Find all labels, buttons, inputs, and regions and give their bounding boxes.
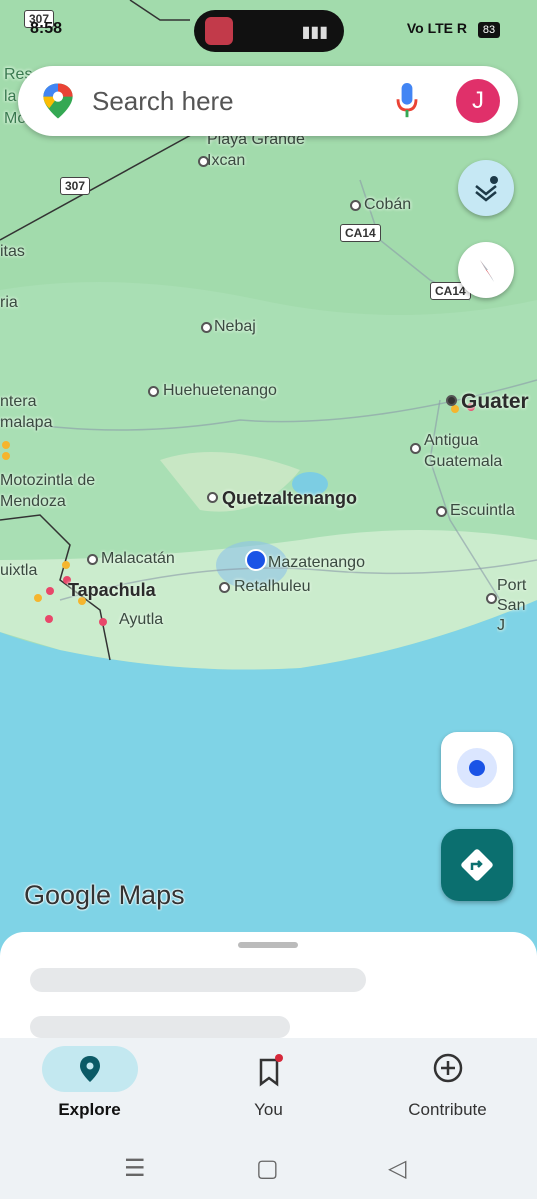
place-label[interactable]: Malacatán (101, 550, 175, 568)
tab-contribute[interactable]: Contribute (358, 1038, 537, 1138)
microphone-icon[interactable] (396, 83, 418, 119)
compass-icon (480, 260, 494, 282)
directions-icon (461, 849, 493, 881)
place-marker (219, 582, 230, 593)
place-label[interactable]: Antigua Guatemala (424, 430, 534, 472)
home-icon[interactable]: ▢ (256, 1154, 279, 1183)
loading-placeholder (30, 968, 366, 992)
place-label[interactable]: Nebaj (214, 318, 256, 336)
directions-button[interactable] (441, 829, 513, 901)
status-time: 8:58 (30, 20, 63, 37)
place-label[interactable]: ria (0, 294, 18, 312)
place-label[interactable]: Escuintla (450, 502, 515, 520)
tab-you[interactable]: You (179, 1038, 358, 1138)
search-bar[interactable]: Search here J (18, 66, 518, 136)
place-label[interactable]: Ayutla (119, 611, 163, 629)
capital-marker (446, 395, 457, 406)
place-label[interactable]: uixtla (0, 562, 37, 580)
search-input[interactable]: Search here (92, 86, 234, 117)
tab-label: Explore (58, 1100, 121, 1119)
battery-icon: 83 (478, 22, 500, 38)
highway-shield: CA14 (340, 224, 381, 242)
place-label[interactable]: Motozintla de Mendoza (0, 470, 110, 512)
tab-label: Contribute (408, 1100, 487, 1119)
system-navigation-bar: ☰ ▢ ◁ (0, 1140, 537, 1199)
place-marker (148, 386, 159, 397)
sheet-drag-handle[interactable] (238, 942, 298, 948)
add-circle-icon (400, 1046, 496, 1092)
layers-button[interactable] (458, 160, 514, 216)
audio-wave-icon: ▮▮▮ (301, 24, 328, 41)
place-label[interactable]: Mazatenango (268, 554, 365, 572)
place-label[interactable]: malapa (0, 414, 52, 432)
place-label[interactable]: Guater (461, 390, 529, 414)
tab-explore[interactable]: Explore (0, 1038, 179, 1138)
loading-placeholder (30, 1016, 290, 1038)
compass-button[interactable] (458, 242, 514, 298)
place-label[interactable]: Tapachula (68, 580, 156, 601)
account-avatar[interactable]: J (456, 79, 500, 123)
my-location-icon (457, 748, 497, 788)
place-marker (486, 593, 497, 604)
recent-apps-icon[interactable]: ☰ (124, 1154, 146, 1183)
bookmark-icon (221, 1046, 317, 1092)
place-marker (201, 322, 212, 333)
back-icon[interactable]: ◁ (388, 1154, 406, 1183)
google-maps-attribution: Google Maps (24, 880, 185, 910)
highway-shield: 307 (60, 177, 91, 195)
tab-label: You (254, 1100, 283, 1119)
media-thumbnail (205, 17, 233, 45)
google-maps-pin-icon (43, 83, 73, 119)
place-label[interactable]: itas (0, 243, 25, 261)
current-location-dot (245, 549, 267, 571)
place-label[interactable]: Ixcan (207, 152, 245, 170)
layers-icon (475, 176, 498, 202)
network-indicators: Vo LTE R (406, 20, 467, 36)
status-bar: 8:58 ▮▮▮ Vo LTE R 83 (0, 0, 537, 60)
place-marker (410, 443, 421, 454)
place-label[interactable]: Huehuetenango (163, 382, 277, 400)
place-marker (87, 554, 98, 565)
place-label[interactable]: ntera (0, 393, 36, 411)
place-label[interactable]: Port San J (497, 576, 537, 636)
place-label[interactable]: Quetzaltenango (222, 488, 357, 509)
place-marker (207, 492, 218, 503)
dynamic-island[interactable]: ▮▮▮ (194, 10, 344, 52)
location-pin-icon (41, 1046, 138, 1092)
my-location-button[interactable] (441, 732, 513, 804)
place-marker (436, 506, 447, 517)
place-marker (198, 156, 209, 167)
place-marker (350, 200, 361, 211)
place-label[interactable]: Retalhuleu (234, 578, 311, 596)
place-label[interactable]: Cobán (364, 196, 411, 214)
